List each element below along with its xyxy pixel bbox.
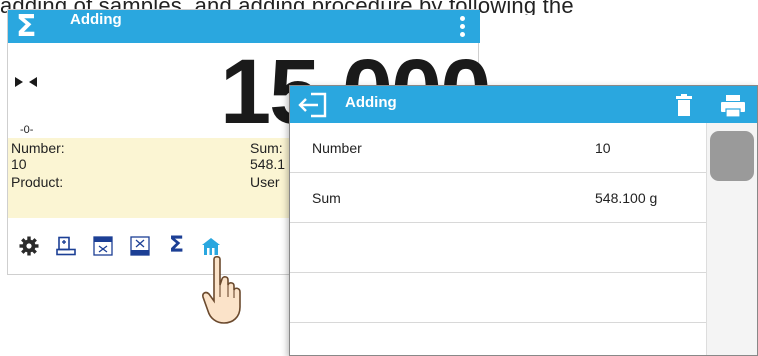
print-header-icon[interactable] [93,236,113,256]
number-label: Number: [11,140,65,156]
scrollbar-thumb[interactable] [710,131,754,181]
row-value: 548.100 g [595,190,658,206]
row-value: 10 [595,140,611,156]
trash-icon[interactable] [675,94,693,116]
print-icon[interactable] [720,94,746,118]
list-item[interactable] [290,223,706,273]
list-item[interactable]: Number 10 [290,123,706,173]
scrollbar[interactable] [706,123,757,355]
sum-value: 548.1 [250,156,286,172]
user-label: User [250,174,280,190]
exit-icon[interactable] [297,91,329,119]
adding-list: Number 10 Sum 548.100 g [290,123,706,355]
database-icon[interactable] [201,236,221,256]
stability-icon [15,77,37,87]
adding-popup: Adding Number 10 Sum 548.100 g [289,85,758,356]
sigma-button-icon[interactable]: Σ [169,235,189,257]
gear-icon[interactable] [19,236,39,256]
list-item[interactable] [290,323,706,355]
number-value: 10 [11,156,27,172]
row-label: Number [312,140,362,156]
screen-title: Adding [70,11,122,28]
row-label: Sum [312,190,341,206]
menu-icon[interactable] [460,16,466,38]
popup-title: Adding [345,94,397,111]
hand-pointer-icon [202,255,241,324]
zero-indicator: -0- [20,124,34,136]
product-label: Product: [11,174,64,190]
print-footer-icon[interactable] [130,236,150,256]
list-item[interactable] [290,273,706,323]
screen-header: Σ Adding [8,10,480,43]
sigma-icon: Σ [16,9,37,44]
sum-label: Sum: [250,140,283,156]
tare-icon[interactable] [56,236,76,256]
popup-header: Adding [290,86,757,123]
list-item[interactable]: Sum 548.100 g [290,173,706,223]
